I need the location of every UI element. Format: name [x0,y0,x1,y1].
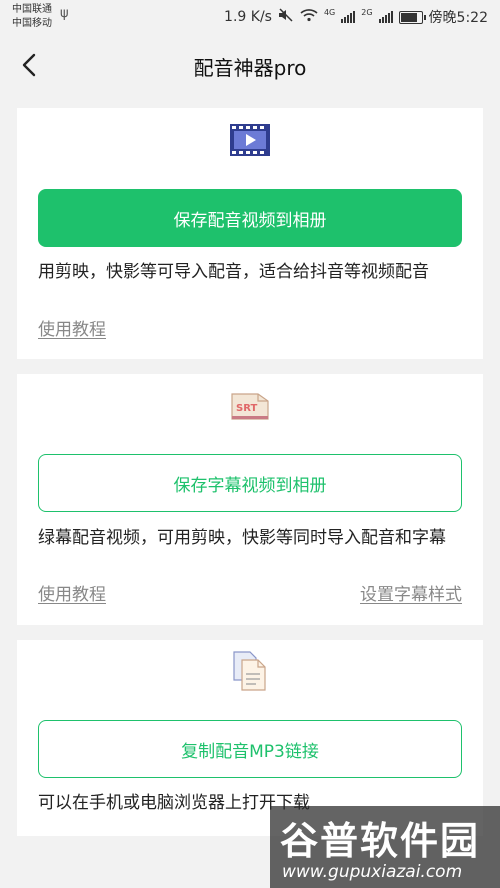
copy-mp3-link-button[interactable]: 复制配音MP3链接 [38,720,462,778]
carrier-1: 中国联通 [12,4,52,15]
app-header: 配音神器pro [0,36,500,94]
network-type-1: 4G [323,7,336,17]
signal-1-icon [341,11,356,23]
wifi-icon [300,8,318,26]
page-title: 配音神器pro [193,56,307,80]
carrier-2: 中国移动 [12,18,52,29]
save-subtitle-video-card: SRT 保存字幕视频到相册 绿幕配音视频，可用剪映，快影等同时导入配音和字幕 使… [17,374,483,625]
save-dubbing-video-description: 用剪映，快影等可导入配音，适合给抖音等视频配音 [38,262,429,282]
status-bar: 中国联通 中国移动 ψ 1.9 K/s 4G 2G 傍晚5:22 [0,0,500,36]
watermark-title: 谷普软件园 [280,819,481,863]
usb-icon: ψ [60,6,69,21]
save-subtitle-video-button[interactable]: 保存字幕视频到相册 [38,454,462,512]
watermark-url: www.gupuxiazai.com [282,862,463,882]
save-dubbing-video-button[interactable]: 保存配音视频到相册 [38,189,462,247]
subtitle-style-settings-link[interactable]: 设置字幕样式 [360,580,462,605]
tutorial-link[interactable]: 使用教程 [38,315,106,340]
network-speed: 1.9 K/s [224,9,272,25]
carrier-info: 中国联通 中国移动 [12,3,52,31]
signal-2-icon [378,11,393,23]
save-subtitle-video-description: 绿幕配音视频，可用剪映，快影等同时导入配音和字幕 [38,528,446,548]
srt-subtitle-icon: SRT [228,388,272,426]
clock: 傍晚5:22 [428,10,488,26]
save-dubbing-video-card: 保存配音视频到相册 用剪映，快影等可导入配音，适合给抖音等视频配音 使用教程 [17,108,483,359]
tutorial-link[interactable]: 使用教程 [38,580,106,605]
mute-icon [278,8,294,26]
watermark-logo: 谷普软件园 www.gupuxiazai.com [270,806,500,888]
battery-icon [398,10,426,24]
video-film-icon [230,124,270,160]
network-type-2: 2G [361,7,373,17]
copy-document-icon [232,650,268,696]
srt-icon-label: SRT [236,403,257,414]
